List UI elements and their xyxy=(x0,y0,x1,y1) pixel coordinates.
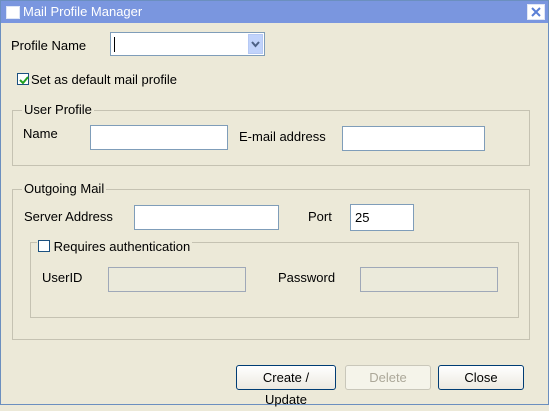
title-bar[interactable]: Mail Profile Manager xyxy=(1,1,548,23)
port-field[interactable] xyxy=(350,204,414,231)
text-cursor xyxy=(114,37,115,52)
server-address-field[interactable] xyxy=(134,205,279,230)
email-label: E-mail address xyxy=(239,129,326,144)
requires-auth-label: Requires authentication xyxy=(53,239,191,254)
chevron-down-icon[interactable] xyxy=(248,34,263,54)
mail-profile-window: Mail Profile Manager Profile Name Set as… xyxy=(0,0,549,407)
profile-name-label: Profile Name xyxy=(11,38,87,53)
delete-button[interactable]: Delete xyxy=(345,365,431,390)
window-title: Mail Profile Manager xyxy=(23,4,143,19)
outgoing-mail-legend: Outgoing Mail xyxy=(22,181,107,196)
email-field[interactable] xyxy=(342,126,485,151)
user-name-label: Name xyxy=(23,126,58,141)
user-name-field[interactable] xyxy=(90,125,228,150)
userid-label: UserID xyxy=(42,270,83,285)
profile-name-combobox[interactable] xyxy=(110,32,265,56)
password-label: Password xyxy=(278,270,336,285)
close-icon[interactable] xyxy=(527,4,545,20)
password-field[interactable] xyxy=(360,267,498,292)
authentication-legend: Requires authentication xyxy=(37,239,193,254)
window-icon xyxy=(6,6,20,19)
server-address-label: Server Address xyxy=(24,209,113,224)
requires-auth-checkbox[interactable] xyxy=(38,240,50,252)
close-button[interactable]: Close xyxy=(438,365,524,390)
default-profile-label: Set as default mail profile xyxy=(31,72,177,87)
create-update-button[interactable]: Create / Update xyxy=(236,365,336,407)
userid-field[interactable] xyxy=(108,267,246,292)
port-label: Port xyxy=(308,209,332,224)
user-profile-legend: User Profile xyxy=(22,102,94,117)
default-profile-checkbox[interactable] xyxy=(17,73,29,85)
